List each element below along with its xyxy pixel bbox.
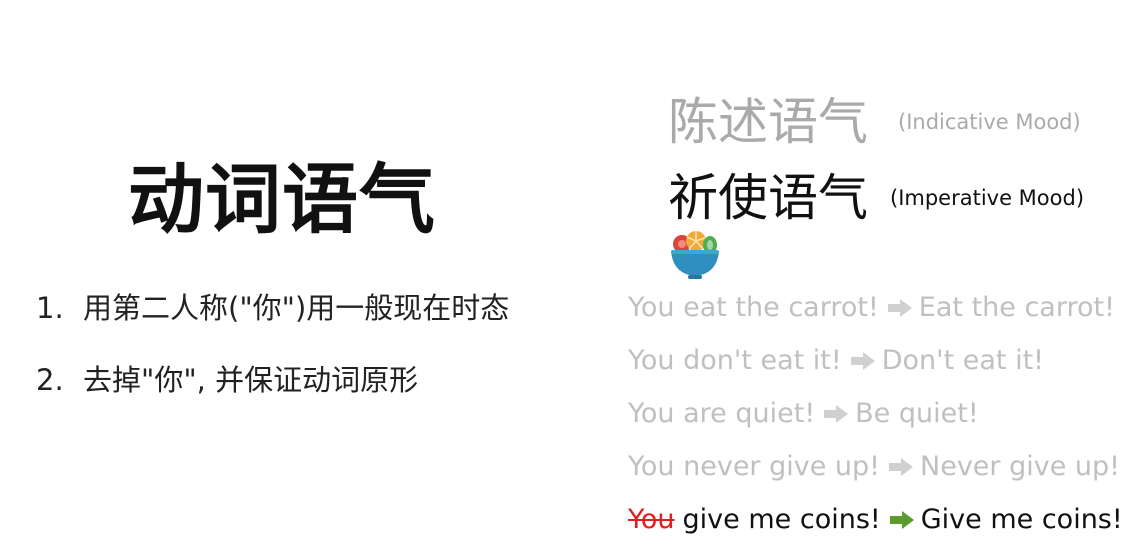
example-row: You eat the carrot! Eat the carrot! (628, 288, 1123, 328)
rule-item: 1. 用第二人称("你")用一般现在时态 (36, 290, 509, 326)
right-arrow-icon (823, 404, 849, 424)
example-after: Don't eat it! (881, 345, 1044, 376)
right-arrow-icon (850, 351, 876, 371)
right-arrow-icon (888, 457, 914, 477)
right-arrow-icon (887, 298, 913, 318)
imperative-mood-heading: 祈使语气 (Imperative Mood) (668, 168, 1084, 228)
example-before: You are quiet! (628, 398, 816, 429)
rule-number: 2. (36, 363, 64, 397)
examples-list: You eat the carrot! Eat the carrot! You … (628, 288, 1123, 553)
example-row: You don't eat it! Don't eat it! (628, 341, 1123, 381)
example-row-active: You give me coins! Give me coins! (628, 500, 1123, 540)
example-before: You eat the carrot! (628, 292, 879, 323)
indicative-mood-heading: 陈述语气 (Indicative Mood) (668, 92, 1081, 152)
example-row: You are quiet! Be quiet! (628, 394, 1123, 434)
example-after: Never give up! (920, 451, 1120, 482)
example-after: Give me coins! (920, 504, 1123, 535)
rules-list: 1. 用第二人称("你")用一般现在时态 2. 去掉"你", 并保证动词原形 (36, 290, 509, 434)
rule-number: 1. (36, 291, 64, 325)
example-before: give me coins! (682, 504, 881, 535)
imperative-mood-en: (Imperative Mood) (890, 186, 1085, 210)
struck-subject: You (628, 504, 675, 535)
imperative-mood-zh: 祈使语气 (668, 169, 868, 227)
example-row: You never give up! Never give up! (628, 447, 1123, 487)
example-before: You never give up! (628, 451, 881, 482)
salad-bowl-icon (671, 231, 719, 279)
example-after: Eat the carrot! (918, 292, 1115, 323)
indicative-mood-zh: 陈述语气 (668, 93, 868, 151)
right-arrow-icon (889, 510, 915, 530)
page-title: 动词语气 (128, 155, 436, 244)
rule-text: 去掉"你", 并保证动词原形 (83, 363, 419, 397)
example-after: Be quiet! (855, 398, 979, 429)
indicative-mood-en: (Indicative Mood) (898, 110, 1081, 134)
rule-text: 用第二人称("你")用一般现在时态 (83, 291, 510, 325)
example-before: You don't eat it! (628, 345, 842, 376)
rule-item: 2. 去掉"你", 并保证动词原形 (36, 362, 509, 398)
